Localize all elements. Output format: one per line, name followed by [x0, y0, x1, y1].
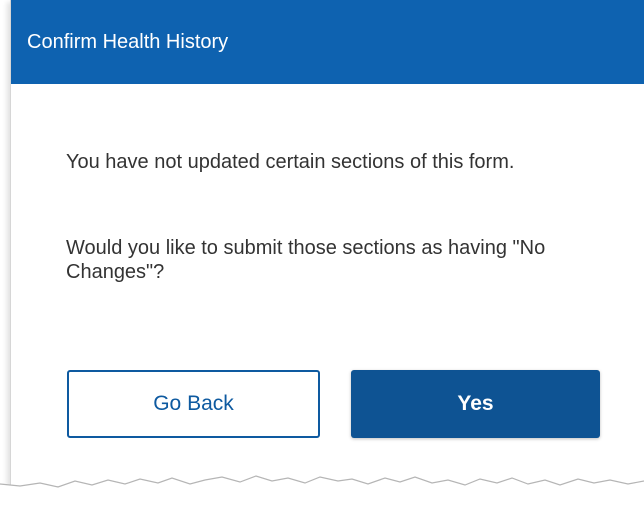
confirm-dialog: Confirm Health History You have not upda…	[10, 0, 644, 486]
go-back-button[interactable]: Go Back	[67, 370, 320, 438]
dialog-message-question: Would you like to submit those sections …	[66, 237, 546, 283]
yes-button[interactable]: Yes	[351, 370, 600, 438]
dialog-header: Confirm Health History	[11, 0, 644, 84]
dialog-title: Confirm Health History	[27, 31, 229, 53]
screenshot-canvas: Confirm Health History You have not upda…	[0, 0, 644, 518]
dialog-message-unupdated: You have not updated certain sections of…	[66, 151, 515, 173]
torn-edge-decoration	[0, 475, 644, 518]
